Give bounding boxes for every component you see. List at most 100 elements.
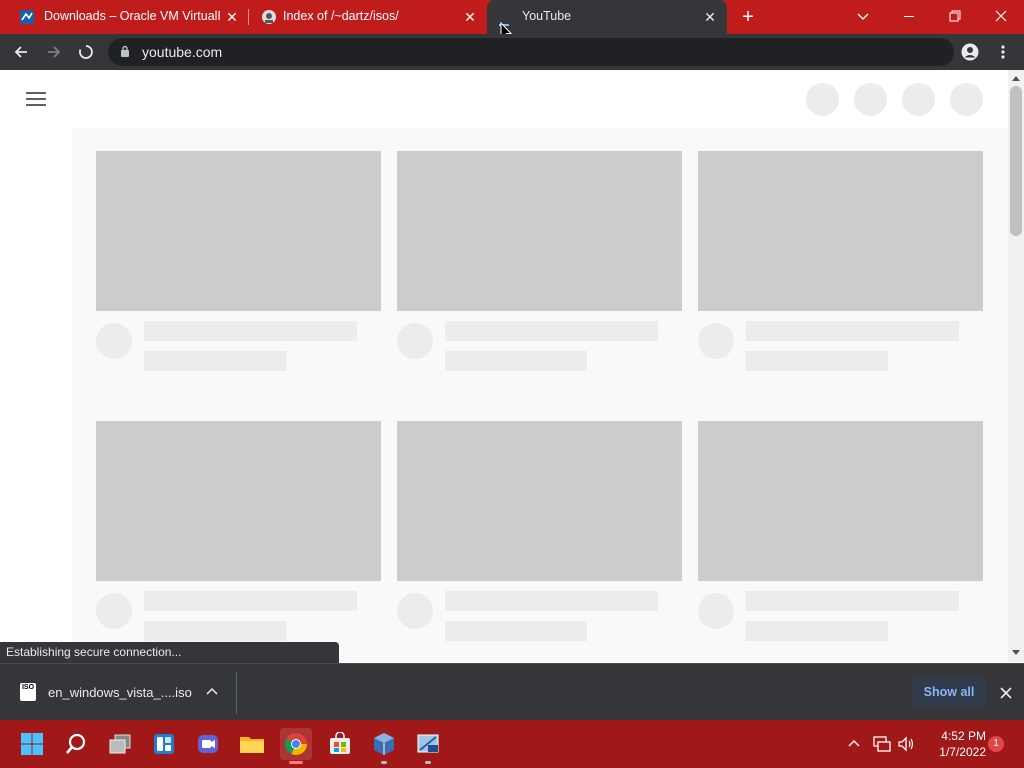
page-scrollbar[interactable] (1008, 70, 1024, 662)
url-text: youtube.com (142, 44, 223, 60)
tab-title: YouTube (522, 9, 572, 23)
restore-icon (949, 10, 961, 22)
taskbar-search-button[interactable] (60, 728, 92, 760)
lock-icon[interactable] (120, 45, 130, 61)
video-thumbnail-placeholder (698, 421, 983, 581)
chrome-taskbar-button[interactable] (280, 728, 312, 764)
video-thumbnail-placeholder (96, 151, 381, 311)
tab-search-button[interactable] (840, 0, 886, 34)
download-shelf: ISO en_windows_vista_....iso Show all (0, 663, 1024, 720)
file-explorer-button[interactable] (236, 728, 268, 760)
vm-window-icon (417, 734, 439, 753)
close-tab-icon[interactable]: ✕ (461, 8, 479, 26)
channel-avatar-placeholder (96, 323, 132, 359)
video-meta-placeholder (445, 621, 587, 641)
chevron-up-icon (848, 740, 860, 747)
forward-button[interactable] (41, 39, 67, 65)
scroll-down-arrow-icon[interactable] (1012, 650, 1020, 655)
divider (236, 672, 237, 714)
tab-title: Downloads – Oracle VM VirtualBox (44, 9, 220, 23)
chevron-up-icon[interactable] (204, 684, 220, 700)
start-button[interactable] (16, 728, 48, 760)
volume-button[interactable] (894, 720, 918, 768)
channel-avatar-placeholder (397, 593, 433, 629)
video-title-placeholder (144, 591, 357, 611)
show-hidden-icons-button[interactable] (842, 720, 866, 768)
video-meta-placeholder (746, 351, 888, 371)
system-clock[interactable]: 4:52 PM 1/7/2022 (924, 728, 986, 760)
microsoft-store-button[interactable] (324, 728, 356, 760)
task-view-button[interactable] (104, 728, 136, 760)
scroll-up-arrow-icon[interactable] (1012, 76, 1020, 81)
video-title-placeholder (746, 591, 959, 611)
close-window-button[interactable] (978, 0, 1024, 34)
video-title-placeholder (445, 321, 658, 341)
widgets-button[interactable] (148, 728, 180, 760)
header-placeholder-circle (902, 83, 935, 116)
new-tab-button[interactable]: + (736, 6, 760, 28)
video-meta-placeholder (445, 351, 587, 371)
more-vertical-icon (1001, 45, 1005, 59)
channel-avatar-placeholder (397, 323, 433, 359)
browser-menu-button[interactable] (990, 39, 1016, 65)
widgets-icon (154, 734, 174, 754)
video-thumbnail-placeholder (397, 151, 682, 311)
channel-avatar-placeholder (698, 323, 734, 359)
clock-time: 4:52 PM (941, 729, 986, 743)
running-indicator (289, 761, 303, 764)
tab-strip: Downloads – Oracle VM VirtualBox ✕ Index… (0, 0, 1024, 41)
close-icon (995, 10, 1007, 22)
running-indicator (381, 761, 387, 764)
hamburger-menu-icon[interactable] (26, 92, 46, 108)
teams-chat-button[interactable] (192, 728, 224, 760)
close-tab-icon[interactable]: ✕ (701, 8, 719, 26)
video-title-placeholder (144, 321, 357, 341)
video-meta-placeholder (144, 621, 286, 641)
back-arrow-icon (14, 46, 27, 58)
tab-youtube[interactable]: YouTube ✕ (487, 0, 727, 34)
vista-vm-taskbar-button[interactable] (412, 728, 444, 764)
profile-icon (961, 43, 979, 61)
video-thumbnail-placeholder (96, 421, 381, 581)
clock-date: 1/7/2022 (939, 745, 986, 759)
video-title-placeholder (746, 321, 959, 341)
close-tab-icon[interactable]: ✕ (223, 8, 241, 26)
running-indicator (425, 761, 431, 764)
download-item[interactable]: ISO en_windows_vista_....iso (0, 664, 236, 721)
youtube-page (0, 70, 1008, 662)
forward-arrow-icon (48, 46, 61, 58)
network-status-button[interactable] (870, 720, 894, 768)
chrome-icon (285, 733, 307, 755)
header-placeholder-circle (806, 83, 839, 116)
virtualbox-favicon-icon (19, 9, 35, 25)
tab-separator (248, 9, 249, 25)
minimize-button[interactable] (886, 0, 932, 34)
directory-favicon-icon (261, 9, 277, 25)
channel-avatar-placeholder (698, 593, 734, 629)
status-bubble: Establishing secure connection... (0, 642, 339, 663)
back-button[interactable] (8, 39, 34, 65)
iso-file-icon: ISO (20, 683, 36, 701)
download-file-name: en_windows_vista_....iso (48, 685, 192, 700)
tab-virtualbox-downloads[interactable]: Downloads – Oracle VM VirtualBox ✕ (8, 0, 248, 34)
speaker-icon (898, 736, 914, 752)
notification-badge[interactable]: 1 (988, 736, 1004, 752)
tab-title: Index of /~dartz/isos/ (283, 9, 399, 23)
restore-button[interactable] (932, 0, 978, 34)
virtualbox-taskbar-button[interactable] (368, 728, 400, 764)
video-meta-placeholder (144, 351, 286, 371)
chevron-down-icon (857, 13, 869, 20)
loading-throbber-icon (499, 15, 513, 26)
profile-button[interactable] (957, 39, 983, 65)
scrollbar-thumb[interactable] (1010, 86, 1022, 236)
tab-index-isos[interactable]: Index of /~dartz/isos/ ✕ (250, 0, 486, 34)
network-icon (873, 736, 891, 752)
store-bag-icon (330, 732, 350, 754)
close-download-shelf-icon[interactable] (996, 683, 1016, 703)
stop-loading-button[interactable] (73, 39, 99, 65)
address-bar[interactable]: youtube.com (108, 38, 954, 66)
video-title-placeholder (445, 591, 658, 611)
windows-logo-icon (21, 733, 43, 755)
video-meta-placeholder (746, 621, 888, 641)
show-all-downloads-button[interactable]: Show all (912, 677, 986, 707)
